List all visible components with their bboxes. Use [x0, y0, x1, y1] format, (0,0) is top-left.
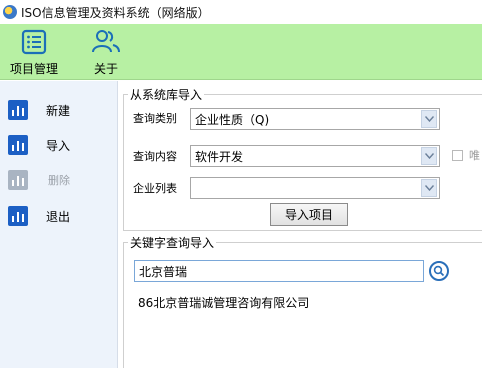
query-type-label: 查询类别 [133, 112, 177, 125]
bar-chart-icon [8, 170, 28, 190]
users-icon [92, 30, 120, 53]
project-management-label: 项目管理 [9, 62, 58, 76]
chevron-down-icon[interactable] [421, 110, 437, 128]
sidebar-item-new[interactable]: 新建 [8, 98, 108, 122]
query-type-select[interactable]: 企业性质（Q) [190, 108, 440, 130]
ribbon-toolbar: 项目管理 关于 [0, 24, 482, 80]
sidebar-item-label: 新建 [46, 103, 71, 118]
checkbox-box[interactable] [452, 149, 463, 161]
system-import-legend: 从系统库导入 [130, 88, 203, 102]
bar-chart-icon [8, 100, 28, 120]
bar-chart-icon [8, 206, 28, 226]
bar-chart-icon [8, 135, 28, 155]
sidebar-item-delete[interactable]: 删除 [8, 168, 108, 192]
query-content-select[interactable]: 软件开发 [190, 145, 440, 167]
company-list-label: 企业列表 [133, 182, 177, 195]
checkbox-label: 唯 [469, 149, 480, 162]
company-list-select[interactable] [190, 177, 440, 199]
about-label: 关于 [93, 62, 118, 76]
query-content-value: 软件开发 [195, 149, 244, 164]
title-bar: ISO信息管理及资料系统（网络版） [0, 0, 482, 24]
window-title: ISO信息管理及资料系统（网络版） [21, 5, 210, 20]
keyword-import-legend: 关键字查询导入 [130, 236, 215, 250]
app-logo-icon [3, 5, 17, 19]
main-content: 从系统库导入 查询类别 企业性质（Q) 查询内容 软件开发 唯 企业列表 导入项… [119, 81, 482, 368]
list-item[interactable]: 86北京普瑞诚管理咨询有限公司 [138, 294, 309, 311]
chevron-down-icon[interactable] [421, 179, 437, 197]
sidebar-item-label: 删除 [48, 174, 70, 187]
project-management-button[interactable]: 项目管理 [8, 24, 60, 80]
list-document-icon [21, 29, 47, 55]
search-icon [433, 265, 445, 277]
search-button[interactable] [429, 261, 449, 281]
import-project-button[interactable]: 导入项目 [270, 203, 348, 226]
sidebar-item-label: 退出 [46, 209, 71, 224]
sidebar-item-exit[interactable]: 退出 [8, 204, 108, 228]
sidebar-item-label: 导入 [46, 138, 71, 153]
query-type-value: 企业性质（Q) [195, 112, 270, 127]
query-content-label: 查询内容 [133, 150, 177, 163]
keyword-search-input[interactable]: 北京普瑞 [134, 260, 424, 282]
sidebar: 新建 导入 删除 退出 [0, 81, 118, 368]
sidebar-item-import[interactable]: 导入 [8, 133, 108, 157]
unique-checkbox[interactable]: 唯 [452, 147, 480, 163]
about-button[interactable]: 关于 [88, 24, 124, 80]
chevron-down-icon[interactable] [421, 147, 437, 165]
